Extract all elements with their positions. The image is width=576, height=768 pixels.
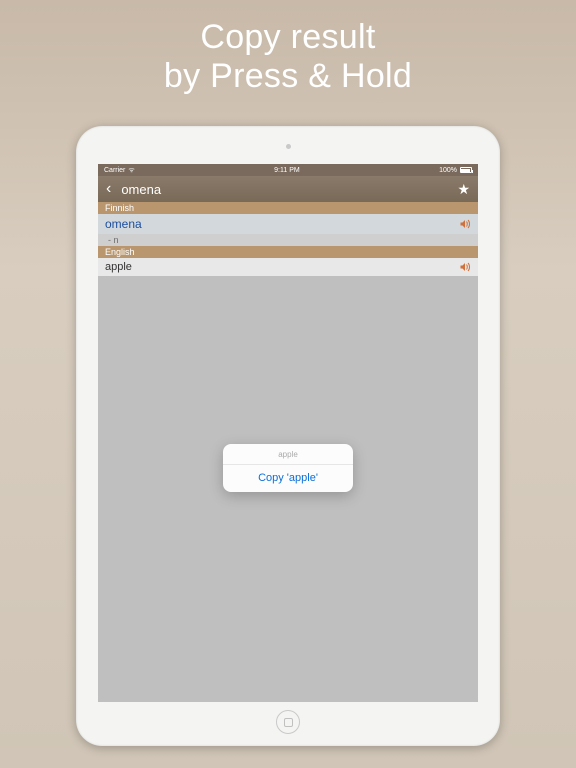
popup-selected-text: apple xyxy=(223,444,353,465)
status-bar: Carrier ᯤ 9:11 PM 100% xyxy=(98,164,478,176)
copy-action-button[interactable]: Copy 'apple' xyxy=(223,465,353,492)
promo-title: Copy result by Press & Hold xyxy=(0,0,576,96)
part-of-speech: - n xyxy=(98,234,478,246)
translation-word: apple xyxy=(105,261,132,273)
source-word: omena xyxy=(105,217,142,231)
translation-row[interactable]: apple xyxy=(98,258,478,276)
ipad-frame: Carrier ᯤ 9:11 PM 100% ‹ omena ★ Finnish… xyxy=(76,126,500,746)
speaker-icon[interactable] xyxy=(459,262,471,272)
favorite-icon[interactable]: ★ xyxy=(457,181,470,198)
nav-title: omena xyxy=(121,182,457,197)
copy-popup: apple Copy 'apple' xyxy=(223,444,353,492)
status-battery: 100% xyxy=(439,167,457,174)
nav-bar: ‹ omena ★ xyxy=(98,176,478,202)
wifi-icon: ᯤ xyxy=(128,166,134,175)
speaker-icon[interactable] xyxy=(459,219,471,229)
camera-icon xyxy=(286,144,291,149)
battery-icon xyxy=(460,167,472,173)
section-header-finnish: Finnish xyxy=(98,202,478,214)
status-carrier: Carrier xyxy=(104,167,125,174)
status-time: 9:11 PM xyxy=(274,167,300,174)
home-button[interactable] xyxy=(276,710,300,734)
ipad-screen: Carrier ᯤ 9:11 PM 100% ‹ omena ★ Finnish… xyxy=(98,164,478,702)
section-header-english: English xyxy=(98,246,478,258)
promo-line-2: by Press & Hold xyxy=(164,57,412,95)
source-word-row[interactable]: omena xyxy=(98,214,478,234)
promo-line-1: Copy result xyxy=(200,18,375,56)
back-icon[interactable]: ‹ xyxy=(106,180,111,198)
